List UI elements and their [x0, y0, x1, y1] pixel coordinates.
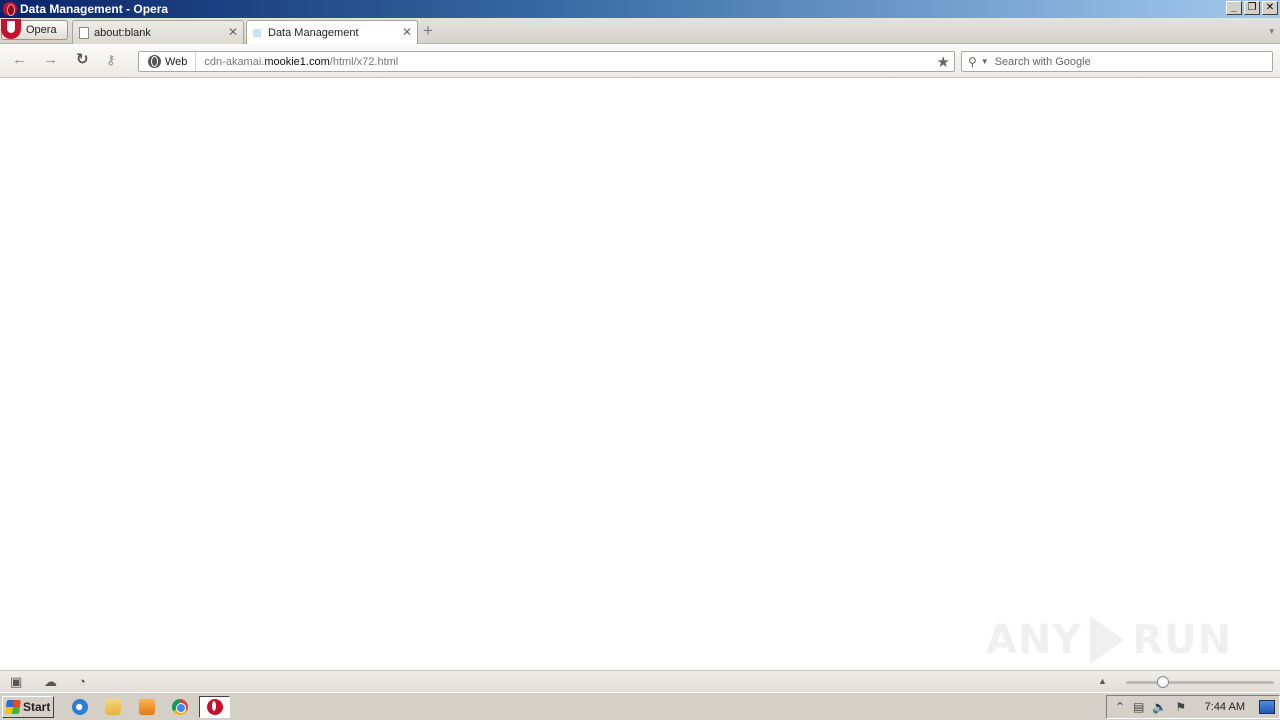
tab-about-blank[interactable]: about:blank ✕ [72, 20, 244, 44]
title-bar: Data Management - Opera _ ❐ ✕ [0, 0, 1280, 18]
zoom-slider-handle[interactable] [1157, 676, 1169, 688]
window-controls: _ ❐ ✕ [1226, 1, 1278, 15]
folder-icon[interactable] [105, 699, 121, 715]
show-desktop-icon[interactable] [1259, 700, 1275, 714]
panel-toggle-icon[interactable]: ▣ [10, 674, 22, 690]
forward-button[interactable]: → [43, 52, 58, 68]
tab-close-icon[interactable]: ✕ [228, 25, 238, 39]
clock[interactable]: 7:44 AM [1205, 701, 1245, 713]
opera-menu-label: Opera [26, 24, 57, 36]
network-icon[interactable]: ▤ [1133, 700, 1144, 714]
volume-icon[interactable]: 🔈 [1152, 700, 1167, 714]
status-bar: ▣ ☁ ◔ ▲ [0, 670, 1280, 692]
address-bar[interactable]: Web cdn-akamai.mookie1.com/html/x72.html… [138, 51, 955, 72]
reload-button[interactable]: ↻ [76, 52, 89, 68]
taskbar-opera-button[interactable] [199, 696, 230, 718]
system-tray: ⌃ ▤ 🔈 ⚑ 7:44 AM [1106, 695, 1280, 719]
key-icon[interactable]: ⚷ [106, 52, 116, 68]
watermark-right: RUN [1132, 617, 1232, 663]
site-favicon-icon [253, 29, 261, 37]
maximize-button[interactable]: ❐ [1244, 1, 1260, 15]
minimize-button[interactable]: _ [1226, 1, 1242, 15]
site-info-badge[interactable]: Web [139, 52, 197, 71]
tab-menu-chevron-icon[interactable]: ▾ [1269, 26, 1274, 37]
site-badge-label: Web [165, 55, 188, 68]
show-hidden-icons-icon[interactable]: ⌃ [1115, 700, 1125, 714]
navigation-toolbar: ← → ↻ ⚷ Web cdn-akamai.mookie1.com/html/… [0, 44, 1280, 78]
tab-label: Data Management [268, 27, 359, 39]
tab-close-icon[interactable]: ✕ [402, 25, 412, 39]
zoom-slider-track[interactable] [1126, 681, 1274, 684]
search-input[interactable] [994, 55, 1255, 68]
opera-logo-icon [1, 19, 21, 39]
internet-explorer-icon[interactable] [72, 699, 88, 715]
page-content[interactable]: ANY RUN [0, 79, 1280, 670]
page-icon [79, 26, 89, 39]
url-prefix: cdn-akamai. [204, 55, 265, 68]
windows-taskbar: Start ⌃ ▤ 🔈 ⚑ 7:44 AM [0, 692, 1280, 720]
globe-icon [148, 55, 161, 68]
search-box[interactable]: ⚲ ▼ [961, 51, 1273, 72]
windows-flag-icon [5, 700, 21, 714]
zoom-menu-up-icon[interactable]: ▲ [1098, 676, 1107, 686]
anyrun-watermark: ANY RUN [986, 616, 1232, 664]
url-host: mookie1.com [264, 55, 330, 68]
search-icon: ⚲ [968, 54, 977, 69]
opera-window: Data Management - Opera _ ❐ ✕ Opera abou… [0, 0, 1280, 720]
opera-unite-cloud-icon[interactable]: ☁ [44, 674, 57, 690]
action-center-flag-icon[interactable]: ⚑ [1175, 700, 1186, 714]
url-path: /html/x72.html [329, 55, 399, 68]
tab-bar: Opera about:blank ✕ Data Management ✕ + … [0, 18, 1280, 45]
tab-data-management[interactable]: Data Management ✕ [246, 20, 418, 45]
play-icon [1090, 616, 1125, 664]
start-button[interactable]: Start [2, 696, 54, 718]
chrome-icon[interactable] [172, 699, 188, 715]
window-title: Data Management - Opera [20, 2, 169, 16]
close-button[interactable]: ✕ [1262, 1, 1278, 15]
search-engine-dropdown-icon[interactable]: ▼ [981, 57, 989, 66]
bookmark-star-icon[interactable]: ★ [937, 53, 950, 71]
opera-logo-icon [207, 699, 223, 715]
start-label: Start [23, 700, 51, 714]
new-tab-button[interactable]: + [423, 22, 433, 39]
back-button[interactable]: ← [12, 52, 27, 68]
media-player-icon[interactable] [139, 699, 155, 715]
opera-menu-button[interactable]: Opera [1, 19, 68, 40]
url-text[interactable]: cdn-akamai.mookie1.com/html/x72.html [196, 56, 398, 68]
turbo-speed-icon[interactable]: ◔ [78, 674, 86, 689]
tab-label: about:blank [94, 26, 151, 39]
opera-logo-icon [3, 2, 17, 16]
watermark-left: ANY [985, 617, 1083, 663]
